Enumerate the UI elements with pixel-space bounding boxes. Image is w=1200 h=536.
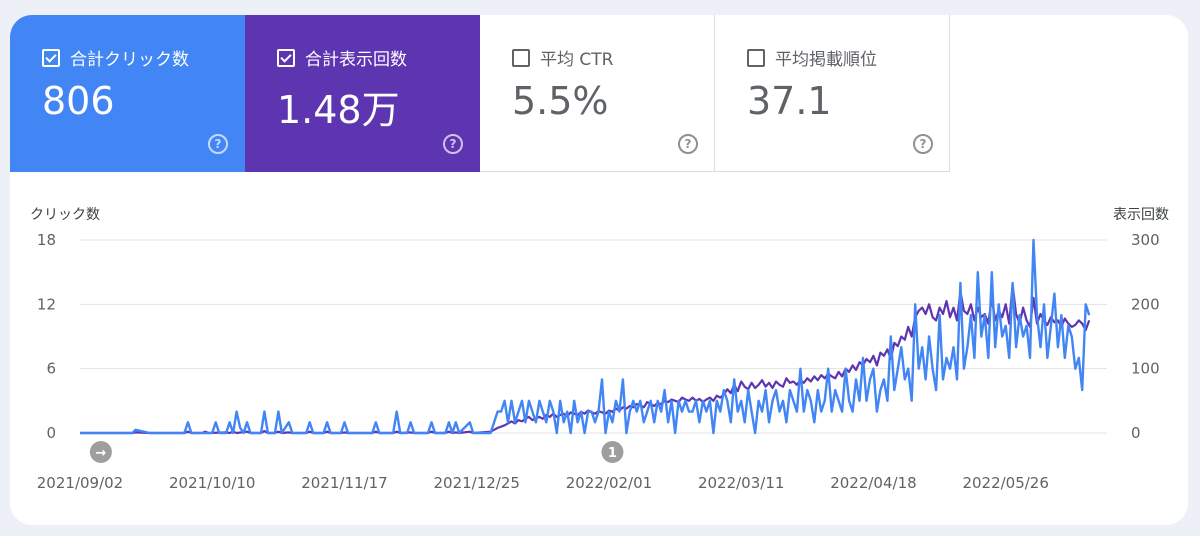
- performance-chart: 18 300 12 200 6 100 0 0 クリック数 表示回数 2021/09/02 2021/…: [30, 207, 1169, 492]
- left-axis-tick-label: 0: [46, 424, 56, 442]
- annotation-label: →: [95, 446, 106, 461]
- x-axis-tick-label: 2022/04/18: [830, 474, 916, 492]
- left-axis-tick-label: 12: [37, 295, 56, 313]
- right-axis-tick-label: 100: [1131, 360, 1160, 378]
- x-axis-tick-label: 2022/02/01: [566, 474, 652, 492]
- right-axis-title: 表示回数: [1113, 207, 1169, 223]
- left-axis-title: クリック数: [30, 207, 100, 223]
- x-axis-tick-label: 2021/12/25: [433, 474, 519, 492]
- x-axis-tick-label: 2021/11/17: [301, 474, 387, 492]
- left-axis-tick-label: 6: [46, 360, 56, 378]
- x-axis-tick-label: 2022/05/26: [962, 474, 1048, 492]
- series-line-clicks: [80, 238, 1091, 435]
- right-axis-tick-label: 300: [1131, 231, 1160, 249]
- right-axis-tick-label: 200: [1131, 295, 1160, 313]
- x-axis-tick-label: 2021/09/02: [37, 474, 123, 492]
- left-axis-tick-label: 18: [37, 231, 56, 249]
- annotation-label: 1: [608, 446, 617, 461]
- x-axis-tick-label: 2021/10/10: [169, 474, 255, 492]
- right-axis-tick-label: 0: [1131, 424, 1141, 442]
- x-axis-tick-label: 2022/03/11: [698, 474, 784, 492]
- performance-card: 合計クリック数 806 ? 合計表示回数 1.48万 ? 平均 CTR 5.5%…: [10, 15, 1188, 525]
